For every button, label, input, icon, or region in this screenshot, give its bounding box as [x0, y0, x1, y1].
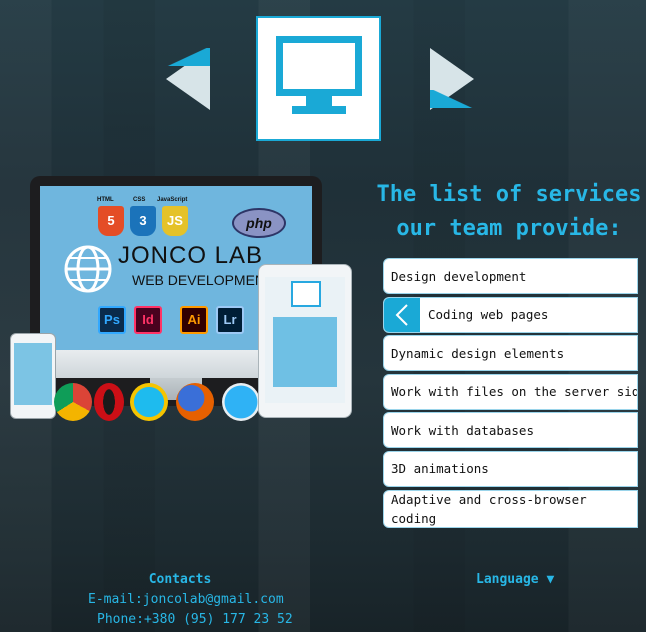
illustrator-icon: Ai [180, 306, 208, 334]
php-logo: php [232, 208, 286, 238]
monitor-icon [276, 36, 362, 114]
service-label: Coding web pages [428, 307, 549, 323]
tablet-screen [265, 277, 345, 403]
services-heading-line1: The list of services [376, 182, 642, 207]
service-item-coding-web-pages[interactable]: Coding web pages [383, 296, 638, 333]
javascript-label: JavaScript [157, 197, 188, 203]
opera-icon [94, 383, 124, 421]
services-list: Design development Coding web pages Dyna… [383, 258, 638, 530]
contact-phone[interactable]: Phone:+380 (95) 177 23 52 [97, 612, 293, 627]
services-heading: The list of services our team provide: [376, 178, 642, 246]
tablet [258, 264, 352, 418]
brand-subtitle: WEB DEVELOPMENT [132, 272, 274, 288]
service-label: 3D animations [391, 461, 489, 477]
contact-email[interactable]: E-mail:joncolab@gmail.com [88, 592, 284, 607]
html5-icon: 5 [98, 206, 124, 236]
mail-icon [291, 281, 321, 307]
service-label: Dynamic design elements [391, 345, 565, 361]
indesign-icon: Id [134, 306, 162, 334]
lightroom-icon: Lr [216, 306, 244, 334]
smartphone-screen [14, 343, 52, 405]
contacts-title: Contacts [148, 572, 212, 587]
smartphone [10, 333, 56, 419]
language-selector[interactable]: Language ▼ [476, 572, 554, 587]
service-label: Work with files on the server side [391, 384, 638, 400]
photoshop-icon: Ps [98, 306, 126, 334]
html-label: HTML [97, 197, 114, 203]
service-item-3d-animations[interactable]: 3D animations [383, 450, 638, 487]
service-item-server-files[interactable]: Work with files on the server side [383, 373, 638, 410]
firefox-icon [176, 383, 214, 421]
service-label: Design development [391, 268, 527, 284]
internet-explorer-icon [130, 383, 168, 421]
services-heading-line2: our team provide: [396, 216, 622, 241]
service-item-adaptive-coding[interactable]: Adaptive and cross-browser coding [383, 489, 638, 528]
javascript-icon: JS [162, 206, 188, 236]
brand-title: JONCO LAB [118, 242, 264, 269]
page: 5 HTML 3 CSS JS JavaScript php JONCO LAB… [0, 0, 646, 632]
service-label: Adaptive and cross-browser coding [391, 491, 587, 526]
chrome-icon [54, 383, 92, 421]
css-label: CSS [133, 197, 146, 203]
service-label: Work with databases [391, 422, 534, 438]
service-item-databases[interactable]: Work with databases [383, 412, 638, 449]
next-arrow-accent [430, 90, 474, 108]
chevron-left-icon [384, 297, 420, 332]
previous-arrow-accent [166, 48, 210, 66]
service-item-design-development[interactable]: Design development [383, 258, 638, 294]
css3-icon: 3 [130, 206, 156, 236]
safari-icon [222, 383, 260, 421]
service-icon-tile [256, 16, 381, 141]
contact-form-graphic [273, 317, 337, 387]
service-item-dynamic-design-elements[interactable]: Dynamic design elements [383, 335, 638, 372]
